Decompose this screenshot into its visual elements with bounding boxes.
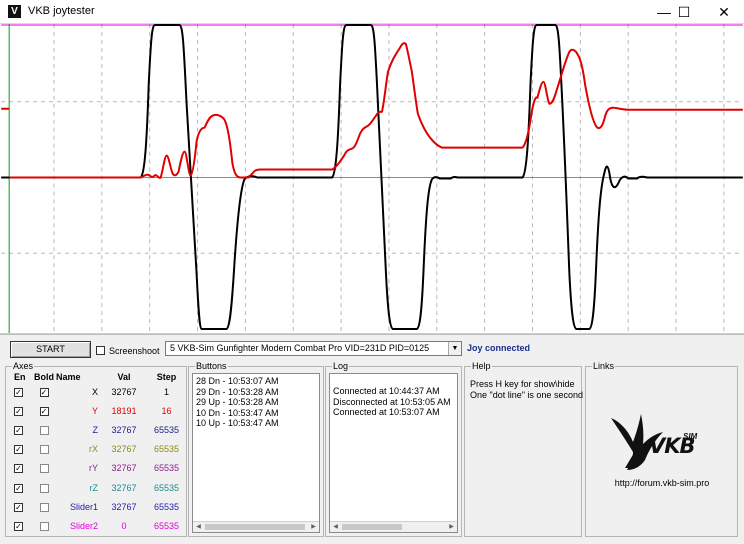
axis-name: X — [91, 386, 98, 397]
logo-superscript: SIM — [683, 432, 698, 441]
axis-enable-checkbox[interactable]: ✓ — [14, 521, 23, 531]
axis-row: ✓ Slider1 32767 65535 — [10, 497, 186, 516]
device-select-value: 5 VKB-Sim Gunfighter Modern Combat Pro V… — [170, 343, 430, 353]
scroll-left-icon[interactable]: ◀ — [193, 522, 204, 532]
axis-name: Z — [92, 424, 99, 435]
button-event-item[interactable]: 28 Dn - 10:53:07 AM — [196, 376, 319, 387]
help-line: Press H key for show\hide — [470, 379, 575, 389]
axis-enable-checkbox[interactable]: ✓ — [14, 387, 23, 397]
axis-value: 32767 — [111, 386, 137, 397]
axis-bold-checkbox[interactable] — [39, 445, 49, 455]
axis-bold-checkbox[interactable] — [39, 521, 49, 531]
axis-step: 1 — [163, 386, 169, 397]
axis-value: 32767 — [111, 463, 137, 474]
axis-step: 65535 — [153, 424, 180, 435]
maximize-button[interactable]: ☐ — [668, 0, 700, 24]
axis-row: ✓ rZ 32767 65535 — [10, 478, 186, 497]
axis-enable-checkbox[interactable]: ✓ — [14, 445, 23, 455]
axis-name: rY — [89, 463, 98, 474]
axes-header-name: Name — [56, 372, 81, 382]
log-list[interactable]: Connected at 10:44:37 AM Disconnected at … — [329, 373, 458, 533]
scrollbar-thumb[interactable] — [205, 524, 305, 530]
axis-row: ✓ rX 32767 65535 — [10, 440, 186, 459]
log-entry[interactable]: Disconnected at 10:53:05 AM — [333, 397, 457, 408]
axis-row: ✓ ✓ X 32767 1 — [10, 382, 186, 401]
axes-header-bold: Bold — [34, 372, 54, 382]
y-axis-trace — [1, 42, 743, 179]
axis-value: 32767 — [111, 482, 137, 493]
axis-name: rX — [89, 444, 98, 455]
screenshoot-checkbox[interactable] — [96, 346, 105, 355]
button-event-item[interactable]: 29 Up - 10:53:28 AM — [196, 397, 319, 408]
axis-bold-checkbox[interactable] — [39, 426, 49, 436]
axis-enable-checkbox[interactable]: ✓ — [14, 464, 23, 474]
screenshoot-label: Screenshoot — [109, 346, 160, 356]
axes-table: En Bold Name Val Step ✓ ✓ X 32767 1 ✓ ✓ Y 18191 1… — [10, 372, 186, 536]
axes-header-step: Step — [156, 372, 177, 382]
axis-enable-checkbox[interactable]: ✓ — [14, 502, 23, 512]
axes-plot — [0, 24, 744, 334]
axis-value: 32767 — [111, 501, 137, 512]
buttons-group: Buttons 28 Dn - 10:53:07 AM 29 Dn - 10:53… — [188, 361, 324, 537]
app-icon: V — [8, 5, 21, 18]
axis-name: Slider2 — [69, 520, 98, 531]
close-button[interactable]: ✕ — [708, 0, 740, 24]
axes-header-val: Val — [117, 372, 131, 382]
scroll-right-icon[interactable]: ▶ — [308, 522, 319, 532]
connection-status: Joy connected — [467, 343, 531, 353]
axis-enable-checkbox[interactable]: ✓ — [14, 426, 23, 436]
axis-bold-checkbox[interactable] — [39, 464, 49, 474]
axis-row: ✓ rY 32767 65535 — [10, 459, 186, 478]
help-group: Help Press H key for show\hide One "dot … — [464, 361, 583, 537]
help-line: One "dot line" is one second — [470, 389, 583, 400]
scroll-left-icon[interactable]: ◀ — [330, 522, 341, 532]
forum-link[interactable]: http://forum.vkb-sim.pro — [586, 478, 738, 488]
axis-bold-checkbox[interactable]: ✓ — [39, 406, 49, 416]
log-group: Log Connected at 10:44:37 AM Disconnected… — [325, 361, 462, 537]
window-title: VKB joytester — [28, 5, 95, 17]
axis-step: 65535 — [153, 501, 180, 512]
log-entry[interactable]: Connected at 10:53:07 AM — [333, 407, 457, 418]
title-bar: V VKB joytester — ☐ ✕ — [0, 0, 744, 24]
axis-value: 18191 — [111, 405, 137, 416]
axis-step: 65535 — [153, 520, 180, 531]
axis-value: 0 — [121, 520, 127, 531]
axis-value: 32767 — [111, 424, 137, 435]
axis-row: ✓ ✓ Y 18191 16 — [10, 401, 186, 420]
axis-row: ✓ Z 32767 65535 — [10, 420, 186, 439]
chevron-down-icon[interactable]: ▼ — [448, 342, 461, 355]
axis-step: 65535 — [153, 482, 180, 493]
axis-name: rZ — [89, 482, 99, 493]
button-event-item[interactable]: 29 Dn - 10:53:28 AM — [196, 387, 319, 398]
scrollbar-thumb[interactable] — [342, 524, 402, 530]
scroll-right-icon[interactable]: ▶ — [446, 522, 457, 532]
axis-value: 32767 — [111, 444, 137, 455]
axes-header-en: En — [14, 372, 26, 382]
button-event-item[interactable]: 10 Dn - 10:53:47 AM — [196, 408, 319, 419]
axis-bold-checkbox[interactable] — [39, 483, 49, 493]
axis-enable-checkbox[interactable]: ✓ — [14, 483, 23, 493]
links-group-title: Links — [592, 361, 616, 371]
help-text: Press H key for show\hide One "dot line"… — [470, 379, 583, 400]
axes-group-title: Axes — [12, 361, 35, 371]
log-entry[interactable]: Connected at 10:44:37 AM — [333, 386, 457, 397]
help-group-title: Help — [471, 361, 492, 371]
axis-step: 65535 — [153, 444, 180, 455]
axis-name: Slider1 — [69, 501, 98, 512]
buttons-list[interactable]: 28 Dn - 10:53:07 AM 29 Dn - 10:53:28 AM 29… — [192, 373, 320, 533]
axis-enable-checkbox[interactable]: ✓ — [14, 406, 23, 416]
buttons-list-scrollbar[interactable]: ◀ ▶ — [193, 521, 319, 532]
axis-step: 16 — [161, 405, 172, 416]
log-group-title: Log — [332, 361, 350, 371]
axis-bold-checkbox[interactable] — [39, 502, 49, 512]
axis-row: ✓ Slider2 0 65535 — [10, 516, 186, 535]
buttons-group-title: Buttons — [195, 361, 228, 371]
axis-name: Y — [91, 405, 98, 416]
axis-step: 65535 — [153, 463, 180, 474]
device-select[interactable]: 5 VKB-Sim Gunfighter Modern Combat Pro V… — [165, 341, 462, 356]
axis-bold-checkbox[interactable]: ✓ — [39, 387, 49, 397]
button-event-item[interactable]: 10 Up - 10:53:47 AM — [196, 418, 319, 429]
start-button[interactable]: START — [10, 341, 91, 358]
log-list-scrollbar[interactable]: ◀ ▶ — [330, 521, 457, 532]
